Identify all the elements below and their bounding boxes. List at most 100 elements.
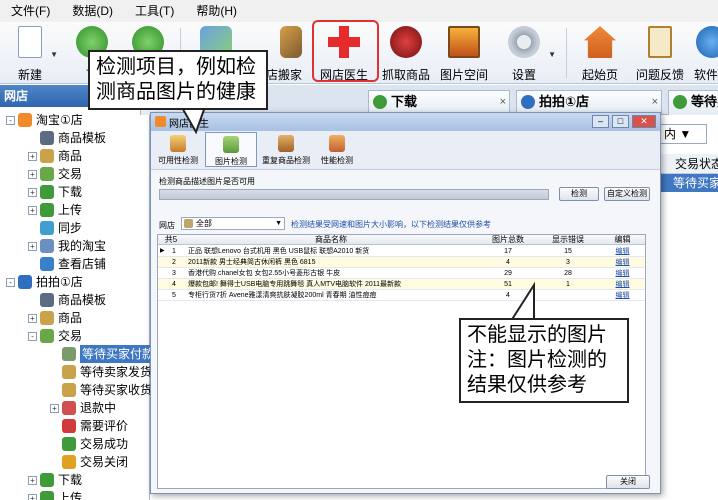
table-cell: 3 [566,259,570,266]
feedback-button[interactable]: 问题反馈 [630,22,690,84]
tree-item[interactable]: + 上传 [28,201,82,219]
tree-item-icon [40,131,54,145]
shop-select[interactable]: 全部 ▼ [181,217,285,230]
tree-item[interactable]: - 拍拍①店 [6,273,83,291]
tree-item[interactable]: - 交易 [28,327,82,345]
menu-data[interactable]: 数据(D) [61,0,124,22]
software-button[interactable]: 软件 [690,22,718,84]
tree-item[interactable]: + 下载 [28,471,82,489]
tree-item[interactable]: 商品模板 [28,129,106,147]
menu-tools[interactable]: 工具(T) [124,0,185,22]
table-cell: 4 [506,292,510,299]
tree-item[interactable]: 同步 [28,219,82,237]
menu-file[interactable]: 文件(F) [0,0,61,22]
tree-item[interactable]: + 上传 [28,489,82,500]
tab-3[interactable]: 等待买家付 [668,90,718,115]
tab-performance-check[interactable]: 性能检测 [315,132,359,167]
column-header-status[interactable]: 交易状态 [655,154,718,174]
tree-item-label: 商品 [58,149,83,163]
filter-select[interactable]: 内 ▼ [657,124,707,144]
maximize-button[interactable]: □ [612,115,629,128]
tree-item[interactable]: 等待买家付款 [50,345,157,363]
column-header[interactable]: 商品名称 [184,235,478,244]
chevron-down-icon[interactable]: ▼ [548,50,556,59]
expand-icon[interactable]: + [50,403,59,413]
tree-item-label: 商品 [58,311,83,325]
order-row-status[interactable]: 等待买家付款 [655,174,718,192]
tree-item[interactable]: 等待卖家发货 [50,363,152,381]
close-button[interactable]: 关闭 [606,475,650,489]
tree-item-label: 等待买家付款 [80,345,157,363]
close-tab-icon[interactable]: × [652,91,658,113]
expand-icon[interactable]: + [28,205,37,215]
tree-item-icon [62,383,76,397]
tree-item-icon [40,473,54,487]
collapse-icon[interactable]: - [28,331,37,341]
custom-check-button[interactable]: 自定义检测 [604,187,650,201]
tree-item[interactable]: 交易成功 [50,435,128,453]
tree-item[interactable]: - 淘宝①店 [6,111,83,129]
tree-item[interactable]: + 我的淘宝 [28,237,106,255]
edit-link[interactable]: 编辑 [598,268,645,278]
check-description: 检测商品描述图片是否可用 [159,177,255,186]
edit-link[interactable]: 编辑 [598,257,645,267]
shop-label: 网店 [159,221,175,230]
tree-item-label: 商品模板 [58,131,107,145]
tree-item-label: 商品模板 [58,293,107,307]
tree-item[interactable]: + 退款中 [50,399,116,417]
close-tab-icon[interactable]: × [500,91,506,113]
expand-icon[interactable]: + [28,241,37,251]
expand-icon[interactable]: + [28,313,37,323]
image-space-button[interactable]: 图片空间 [434,22,494,84]
tab-duplicate-check[interactable]: 重复商品检测 [259,132,313,167]
tab-availability-check[interactable]: 可用性检测 [153,132,203,167]
edit-link[interactable]: 编辑 [598,246,645,256]
tree-item[interactable]: 等待买家收货 [50,381,152,399]
table-row[interactable]: ▶ 1 正品 联想Lenovo 台式机用 黑色 USB鼠标 联想A2010 新货 17… [158,246,645,257]
tree-item[interactable]: + 商品 [28,309,82,327]
collapse-icon[interactable]: - [6,277,15,287]
tree-item-icon [40,149,54,163]
expand-icon[interactable]: + [28,493,37,500]
tree-item[interactable]: 查看店铺 [28,255,106,273]
tree-item-label: 等待卖家发货 [80,365,153,379]
column-header[interactable]: 共5 [158,235,184,244]
settings-button[interactable]: 设置 ▼ [494,22,556,84]
column-header[interactable]: 编辑 [598,235,645,244]
table-row[interactable]: 2 2011新款 男士经典简古休闲裤 黑色 6815 4 3 编辑 [158,257,645,268]
expand-icon[interactable]: + [28,187,37,197]
column-header[interactable]: 图片总数 [478,235,538,244]
edit-link[interactable]: 编辑 [598,279,645,289]
tree-item[interactable]: + 商品 [28,147,82,165]
gear-icon [508,26,540,58]
tree-item[interactable]: + 下载 [28,183,82,201]
expand-icon[interactable]: + [28,475,37,485]
tree-item[interactable]: 需要评价 [50,417,128,435]
check-button[interactable]: 检测 [559,187,599,201]
new-button[interactable]: 新建 ▼ [0,22,60,84]
shop-doctor-dialog: 网店医生 – □ ✕ 可用性检测 图片检测 重复商品检测 性能检测 检测商品描述… [150,112,661,494]
minimize-button[interactable]: – [592,115,609,128]
menu-help[interactable]: 帮助(H) [185,0,248,22]
close-window-button[interactable]: ✕ [632,115,656,128]
toolbar-separator [566,28,567,78]
tree-item[interactable]: 交易关闭 [50,453,128,471]
tab-image-check[interactable]: 图片检测 [205,132,257,167]
collapse-icon[interactable]: - [6,115,15,125]
table-row[interactable]: 3 香港代购 chanel女包 女包2.55小号菱形古银 牛皮 29 28 编辑 [158,268,645,279]
edit-link[interactable]: 编辑 [598,290,645,300]
tree-item-label: 交易关闭 [80,455,129,469]
expand-icon[interactable]: + [28,151,37,161]
column-header[interactable]: 显示错误 [538,235,598,244]
expand-icon[interactable]: + [28,169,37,179]
filter-select-value: 内 [664,127,677,141]
chevron-down-icon[interactable]: ▼ [50,50,58,59]
table-row[interactable]: 4 爆款包邮! 舞得士USB电脑专用跳舞毯 真人MTV电脑软件 2011最新款 51… [158,279,645,290]
home-button[interactable]: 起始页 [570,22,630,84]
tree-item[interactable]: + 交易 [28,165,82,183]
grab-products-button[interactable]: 抓取商品 [376,22,436,84]
tree-item[interactable]: 商品模板 [28,291,106,309]
tree-item-icon [18,113,32,127]
table-row[interactable]: 5 专柜行货7折 Avene雅漾清爽抗肤凝胶200ml 青春期 油性痘痘 4 编辑 [158,290,645,301]
dialog-titlebar[interactable]: 网店医生 – □ ✕ [151,113,660,131]
